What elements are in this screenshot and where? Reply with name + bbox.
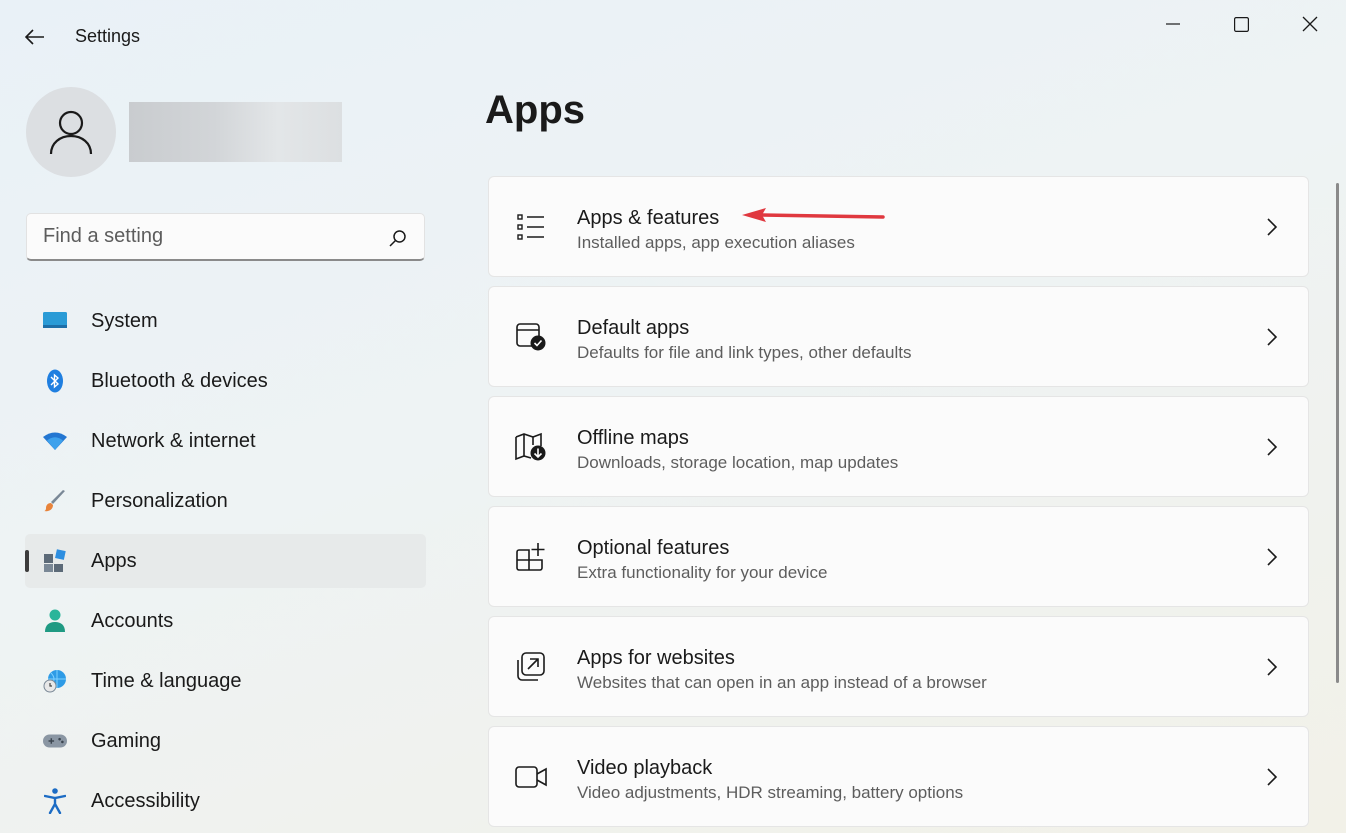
sidebar-item-bluetooth[interactable]: Bluetooth & devices (25, 354, 426, 408)
card-title: Apps for websites (577, 647, 735, 669)
sidebar-item-accounts[interactable]: Accounts (25, 594, 426, 648)
minimize-button[interactable] (1143, 6, 1203, 42)
maximize-button[interactable] (1211, 6, 1271, 42)
chevron-right-icon (1267, 768, 1278, 786)
card-optional-features[interactable]: Optional features Extra functionality fo… (488, 506, 1309, 607)
settings-card-list: Apps & features Installed apps, app exec… (488, 176, 1309, 833)
chevron-right-icon (1267, 438, 1278, 456)
card-video-playback[interactable]: Video playback Video adjustments, HDR st… (488, 726, 1309, 827)
wifi-icon (43, 430, 67, 452)
bluetooth-icon (43, 369, 67, 393)
card-apps-for-websites[interactable]: Apps for websites Websites that can open… (488, 616, 1309, 717)
card-title: Optional features (577, 537, 730, 559)
back-button[interactable] (20, 22, 50, 52)
gamepad-icon (43, 730, 67, 752)
avatar[interactable] (26, 87, 116, 177)
search-input[interactable] (27, 214, 424, 259)
person-icon (43, 609, 67, 632)
sidebar-item-gaming[interactable]: Gaming (25, 714, 426, 768)
chevron-right-icon (1267, 328, 1278, 346)
minimize-icon (1166, 23, 1180, 25)
apps-icon (43, 549, 67, 572)
card-subtitle: Defaults for file and link types, other … (577, 343, 912, 362)
card-title: Offline maps (577, 427, 689, 449)
page-title: Apps (485, 88, 585, 132)
annotation-arrow (742, 208, 885, 222)
card-subtitle: Websites that can open in an app instead… (577, 673, 987, 692)
sidebar-item-accessibility[interactable]: Accessibility (25, 774, 426, 828)
sidebar-item-label: Network & internet (91, 429, 256, 452)
close-button[interactable] (1280, 6, 1340, 42)
sidebar-nav: System Bluetooth & devices Network & int… (25, 294, 426, 833)
card-subtitle: Installed apps, app execution aliases (577, 233, 855, 252)
sidebar-item-label: Accessibility (91, 789, 200, 812)
sidebar-item-network[interactable]: Network & internet (25, 414, 426, 468)
title-bar: Settings (0, 0, 1346, 72)
sidebar-item-label: Accounts (91, 609, 174, 632)
list-icon (515, 211, 547, 243)
grid-add-icon (515, 541, 547, 573)
card-subtitle: Extra functionality for your device (577, 563, 828, 582)
card-title: Default apps (577, 317, 690, 339)
search-box[interactable] (26, 213, 425, 261)
maximize-icon (1233, 16, 1249, 32)
sidebar-item-label: Apps (91, 549, 137, 572)
card-subtitle: Downloads, storage location, map updates (577, 453, 899, 472)
accessibility-icon (43, 788, 67, 814)
sidebar-item-label: Time & language (91, 669, 242, 692)
card-offline-maps[interactable]: Offline maps Downloads, storage location… (488, 396, 1309, 497)
globe-clock-icon (43, 670, 67, 693)
map-download-icon (515, 431, 547, 463)
user-name-redacted (129, 102, 342, 162)
sidebar-item-time-language[interactable]: Time & language (25, 654, 426, 708)
scrollbar[interactable] (1336, 183, 1339, 683)
chevron-right-icon (1267, 658, 1278, 676)
chevron-right-icon (1267, 548, 1278, 566)
open-external-icon (515, 651, 547, 683)
search-icon[interactable] (388, 228, 408, 248)
sidebar-item-apps[interactable]: Apps (25, 534, 426, 588)
video-camera-icon (515, 761, 547, 793)
card-title: Video playback (577, 757, 713, 779)
chevron-right-icon (1267, 218, 1278, 236)
user-icon (49, 110, 93, 155)
sidebar-item-personalization[interactable]: Personalization (25, 474, 426, 528)
sidebar-item-label: System (91, 309, 158, 332)
card-subtitle: Video adjustments, HDR streaming, batter… (577, 783, 964, 802)
sidebar-item-label: Gaming (91, 729, 162, 752)
back-arrow-icon (25, 29, 44, 45)
card-apps-features[interactable]: Apps & features Installed apps, app exec… (488, 176, 1309, 277)
sidebar-item-label: Personalization (91, 489, 228, 512)
card-title: Apps & features (577, 207, 720, 229)
sidebar-item-system[interactable]: System (25, 294, 426, 348)
card-default-apps[interactable]: Default apps Defaults for file and link … (488, 286, 1309, 387)
window-title: Settings (75, 26, 141, 46)
monitor-icon (43, 310, 67, 332)
default-apps-icon (515, 321, 547, 353)
close-icon (1302, 16, 1318, 32)
brush-icon (43, 490, 67, 512)
sidebar-item-label: Bluetooth & devices (91, 369, 268, 392)
